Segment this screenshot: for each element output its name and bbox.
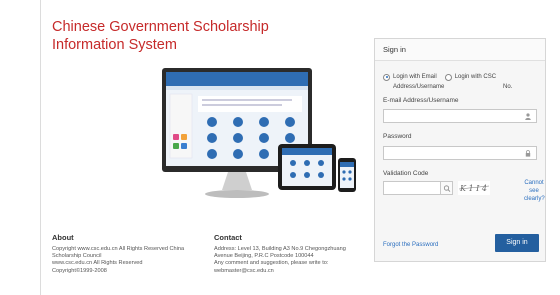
about-line: Scholarship Council (52, 253, 102, 260)
cannot-see-3[interactable]: clearly? (524, 195, 545, 203)
captcha-image: K 1 I 4 (458, 181, 490, 195)
signin-heading: Sign in (383, 45, 406, 54)
signin-panel: Sign in Login with Email Login with CSC … (374, 38, 546, 262)
user-icon (525, 113, 531, 120)
about-line: Copyright www.csc.edu.cn All Rights Rese… (52, 246, 185, 252)
forgot-password-link[interactable]: Forgot the Password (383, 242, 438, 248)
login-email-label[interactable]: Login with Email (393, 74, 437, 80)
cannot-see-1[interactable]: Cannot (524, 179, 544, 187)
site-title-line2: Information System (52, 37, 177, 53)
login-csc-radio[interactable] (444, 73, 452, 81)
login-csc-label[interactable]: Login with CSC (455, 74, 496, 80)
login-email-radio[interactable] (383, 73, 390, 81)
cannot-see-2[interactable]: see (524, 187, 544, 195)
validation-code-field[interactable] (383, 181, 441, 195)
site-title-line1: Chinese Government Scholarship (52, 19, 269, 35)
email-field[interactable] (383, 109, 537, 123)
about-line: Copyright©1999-2008 (52, 267, 107, 274)
about-heading: About (52, 233, 74, 242)
login-csc-label-sub: No. (503, 84, 513, 90)
validation-search-button[interactable] (441, 181, 453, 195)
email-label: E-mail Address/Username (383, 97, 459, 104)
password-field[interactable] (383, 146, 537, 160)
contact-line: Address: Level 13, Building A3 No.9 Cheg… (214, 246, 346, 252)
refresh-captcha-link[interactable]: Cannot see clearly? (524, 179, 545, 203)
signin-header: Sign in (375, 39, 545, 61)
about-line: www.csc.edu.cn All Rights Reserved (52, 260, 143, 267)
contact-line: Avenue Beijing, P.R.C Postcode 100044 (214, 253, 314, 260)
captcha-graphic: K 1 I 4 (458, 184, 490, 193)
contact-heading: Contact (214, 233, 242, 242)
login-method-group: Login with Email Login with CSC (383, 72, 504, 82)
contact-section: Contact Address: Level 13, Building A3 N… (214, 233, 364, 275)
contact-line: Any comment and suggestion, please write… (214, 260, 329, 267)
contact-email[interactable]: webmaster@csc.edu.cn (214, 268, 364, 275)
validation-label: Validation Code (383, 170, 429, 177)
magnifier-icon (443, 185, 451, 192)
devices-illustration (162, 68, 356, 198)
signin-button[interactable]: Sign in (495, 234, 539, 252)
login-email-label-sub: Address/Username (393, 84, 445, 90)
site-title: Chinese Government Scholarship Informati… (52, 18, 269, 54)
lock-icon (525, 150, 531, 157)
password-label: Password (383, 133, 412, 140)
about-section: About Copyright www.csc.edu.cn All Right… (52, 233, 202, 275)
